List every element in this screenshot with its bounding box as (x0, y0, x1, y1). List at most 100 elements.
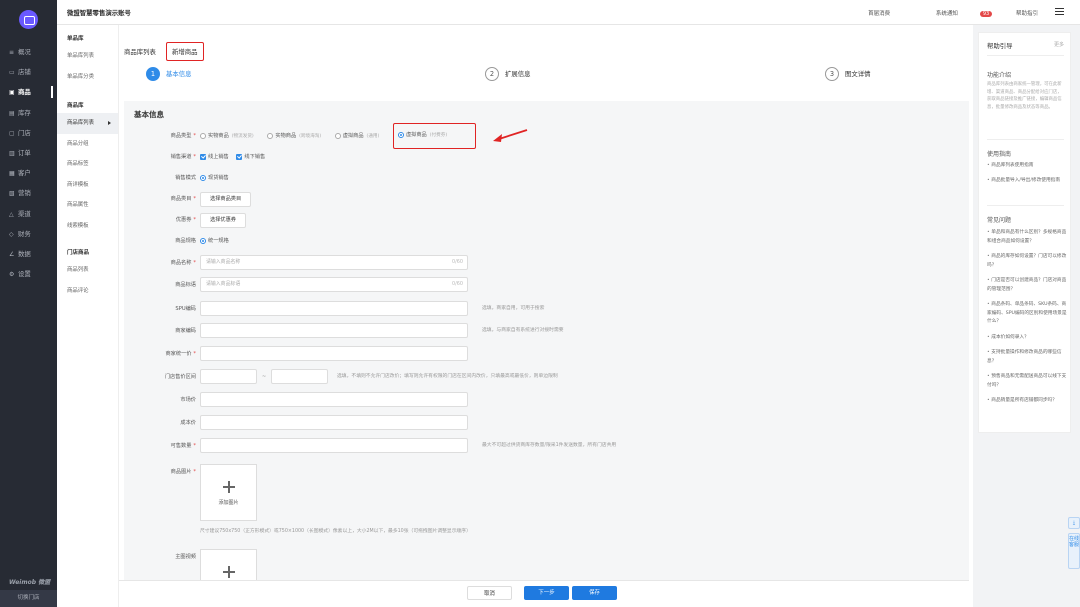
basic-info-form: 基本信息 商品类型 * 实物商品 (物流发货) 实物商品 (跨境海淘) 虚拟商品 (通用… (124, 101, 969, 607)
help-panel: 帮助引导 更多 功能介绍 商品库列表由商家统一管理，可在此新增、渠道商品、商品分… (978, 32, 1071, 433)
help-faq-item[interactable]: 支持批量操作和修改商品的哪些信息？ (987, 349, 1067, 366)
row-cost-price: 成本价 (124, 415, 969, 431)
help-faq-item[interactable]: 商品销量是所有店铺都同步吗？ (987, 397, 1067, 406)
form-footer: 取消 下一步 保存 (119, 580, 969, 607)
row-merchant-code: 商家编码 选填，与商家自有系统进行对接时需要 (124, 323, 969, 339)
subnav-item-goods-group[interactable]: 商品分组 (57, 134, 118, 155)
subnav-item-store-goods[interactable]: 商品列表 (57, 260, 118, 281)
channel-offline-checkbox[interactable]: 线下销售 (236, 153, 265, 160)
step-2[interactable]: 2 扩展信息 (485, 67, 531, 81)
top-link-guide[interactable]: 帮助指引 (1016, 11, 1038, 17)
subnav-item-lead-template[interactable]: 线索模板 (57, 216, 118, 237)
online-service-tab[interactable]: 在线客服 (1068, 533, 1080, 569)
app-logo-icon[interactable] (19, 10, 38, 29)
help-faq-item[interactable]: 商品的库存如何设置？门店可以修改吗？ (987, 253, 1067, 270)
row-coupon: 优惠券 * 选择优惠券 (124, 212, 969, 228)
subnav-group-title: 商品库 (67, 103, 84, 109)
nav-item-stock[interactable]: ▤ 库存 (0, 103, 57, 123)
breadcrumb-current[interactable]: 新增商品 (166, 42, 204, 61)
merchant-code-input[interactable] (200, 323, 468, 338)
type-option-physical[interactable]: 实物商品 (物流发货) (200, 132, 254, 139)
spec-option-unified[interactable]: 统一规格 (200, 237, 229, 244)
nav-item-shop[interactable]: ▭ 店铺 (0, 62, 57, 82)
unified-price-input[interactable] (200, 346, 468, 361)
notification-badge: 93 (979, 11, 993, 17)
switch-store-button[interactable]: 切换门店 (0, 590, 57, 607)
nav-item-marketing[interactable]: ▧ 营销 (0, 183, 57, 203)
cost-price-input[interactable] (200, 415, 468, 430)
nav-item-goods[interactable]: ▣ 商品 (0, 82, 57, 102)
hamburger-menu-icon[interactable] (1055, 8, 1064, 15)
type-option-crossborder[interactable]: 实物商品 (跨境海淘) (267, 132, 321, 139)
subnav-group-title: 门店商品 (67, 250, 90, 256)
price-range-min-input[interactable] (200, 369, 257, 384)
top-link-notifications[interactable]: 系统通知 93 (914, 11, 993, 17)
subnav-item-detail-template[interactable]: 商详模板 (57, 175, 118, 196)
image-hint: 尺寸建议750x750（正方形模式）或750×1000（长图模式）像素以上，大小… (200, 529, 471, 534)
step-1[interactable]: 1 基本信息 (146, 67, 192, 81)
select-category-button[interactable]: 选择商品类目 (200, 192, 252, 207)
select-coupon-button[interactable]: 选择优惠券 (200, 213, 246, 228)
market-price-input[interactable] (200, 392, 468, 407)
stock-hint: 最大不可超过供货商库存数量/限采1件发送数量，所有门店共用 (482, 443, 617, 448)
main-panel: 商品库列表 新增商品 1 基本信息 2 扩展信息 3 图文详情 基本信息 商品类型 * … (119, 25, 973, 607)
list-icon: ≡ (9, 49, 15, 56)
goods-icon: ▣ (9, 89, 15, 97)
subnav-item-goods-review[interactable]: 商品评论 (57, 281, 118, 302)
next-step-button[interactable]: 下一步 (524, 586, 569, 600)
finance-icon: ◇ (9, 230, 14, 238)
goods-name-input[interactable]: 请输入商品名称 0/60 (200, 255, 468, 270)
nav-item-channels[interactable]: △ 渠道 (0, 204, 57, 224)
customer-icon: ▦ (9, 170, 15, 178)
help-intro-title: 功能介绍 (987, 72, 1012, 79)
type-option-paid-coupon[interactable]: 虚拟商品 (付费券) (392, 123, 477, 149)
subnav-item-goods-attr[interactable]: 商品属性 (57, 195, 118, 216)
goods-slogan-input[interactable]: 请输入商品标语 0/60 (200, 277, 468, 292)
row-goods-name: 商品名称 * 请输入商品名称 0/60 (124, 255, 969, 271)
nav-item-store[interactable]: ▢ 门店 (0, 123, 57, 143)
help-faq-item[interactable]: 商品条码、单品条码、SKU条码、商家编码、SPU编码的区别和使用场景是什么？ (987, 301, 1067, 327)
help-more-link[interactable]: 更多 (1054, 41, 1064, 48)
top-bar: 微盟智慧零售演示账号 首届消费 系统通知 93 帮助指引 (57, 0, 1080, 25)
mode-option-spot[interactable]: 现货销售 (200, 174, 229, 181)
help-faq-item[interactable]: 成本价如何录入？ (987, 334, 1067, 343)
subnav-group-title: 单品库 (67, 36, 84, 42)
nav-item-customers[interactable]: ▦ 客户 (0, 163, 57, 183)
type-option-virtual[interactable]: 虚拟商品 (通用) (334, 132, 379, 139)
spu-input[interactable] (200, 301, 468, 316)
step-3[interactable]: 3 图文详情 (825, 67, 871, 81)
row-store-price-range: 门店售价区间 ~ 选填，不填则不允许门店改价；填写则允许有权限的门店在区间内改价… (124, 369, 969, 385)
channel-online-checkbox[interactable]: 线上销售 (200, 153, 229, 160)
row-stock: 可售数量 * 最大不可超过供货商库存数量/限采1件发送数量，所有门店共用 (124, 438, 969, 454)
nav-item-finance[interactable]: ◇ 财务 (0, 224, 57, 244)
download-icon[interactable]: ⤓ (1068, 517, 1080, 529)
subnav-item-sku-list[interactable]: 单品库列表 (57, 46, 118, 67)
help-faq-item[interactable]: 门店是否可以创建商品？门店对商品的管理范围？ (987, 277, 1067, 294)
stock-input[interactable] (200, 438, 468, 453)
price-range-max-input[interactable] (271, 369, 328, 384)
step-indicator: 1 基本信息 2 扩展信息 3 图文详情 (146, 67, 906, 83)
add-image-button[interactable]: 添加图片 (200, 464, 257, 521)
help-guide-item[interactable]: 商品库列表使用指南 (987, 162, 1067, 171)
plus-icon (223, 566, 235, 578)
save-button[interactable]: 保存 (572, 586, 617, 600)
row-spu: SPU编码 选填，商家自用，可用于搜索 (124, 301, 969, 317)
help-guide-item[interactable]: 商品批量导入/导出/修改使用指南 (987, 177, 1067, 186)
sub-nav: 单品库 单品库列表 单品库分类 商品库 商品库列表 商品分组 商品标签 商详模板… (57, 25, 119, 607)
help-faq-title: 常见问题 (987, 217, 1012, 224)
top-links: 首届消费 系统通知 93 帮助指引 (846, 9, 1038, 17)
top-link-home[interactable]: 首届消费 (868, 11, 890, 17)
cancel-button[interactable]: 取消 (467, 586, 512, 600)
spu-hint: 选填，商家自用，可用于搜索 (482, 306, 545, 311)
nav-item-overview[interactable]: ≡ 概况 (0, 42, 57, 62)
subnav-item-goods-tag[interactable]: 商品标签 (57, 154, 118, 175)
subnav-item-goods-list[interactable]: 商品库列表 (57, 113, 118, 134)
nav-item-orders[interactable]: ▥ 订单 (0, 143, 57, 163)
subnav-item-sku-category[interactable]: 单品库分类 (57, 67, 118, 88)
help-faq-item[interactable]: 预售商品和无需配送商品可以线下支付吗？ (987, 373, 1067, 390)
breadcrumb-parent[interactable]: 商品库列表 (124, 48, 156, 56)
help-faq-item[interactable]: 单品和商品有什么区别？多规格商品和组合商品如何设置？ (987, 229, 1067, 246)
nav-item-data[interactable]: ∠ 数据 (0, 244, 57, 264)
shop-icon: ▭ (9, 69, 15, 77)
nav-item-settings[interactable]: ⚙ 设置 (0, 264, 57, 284)
